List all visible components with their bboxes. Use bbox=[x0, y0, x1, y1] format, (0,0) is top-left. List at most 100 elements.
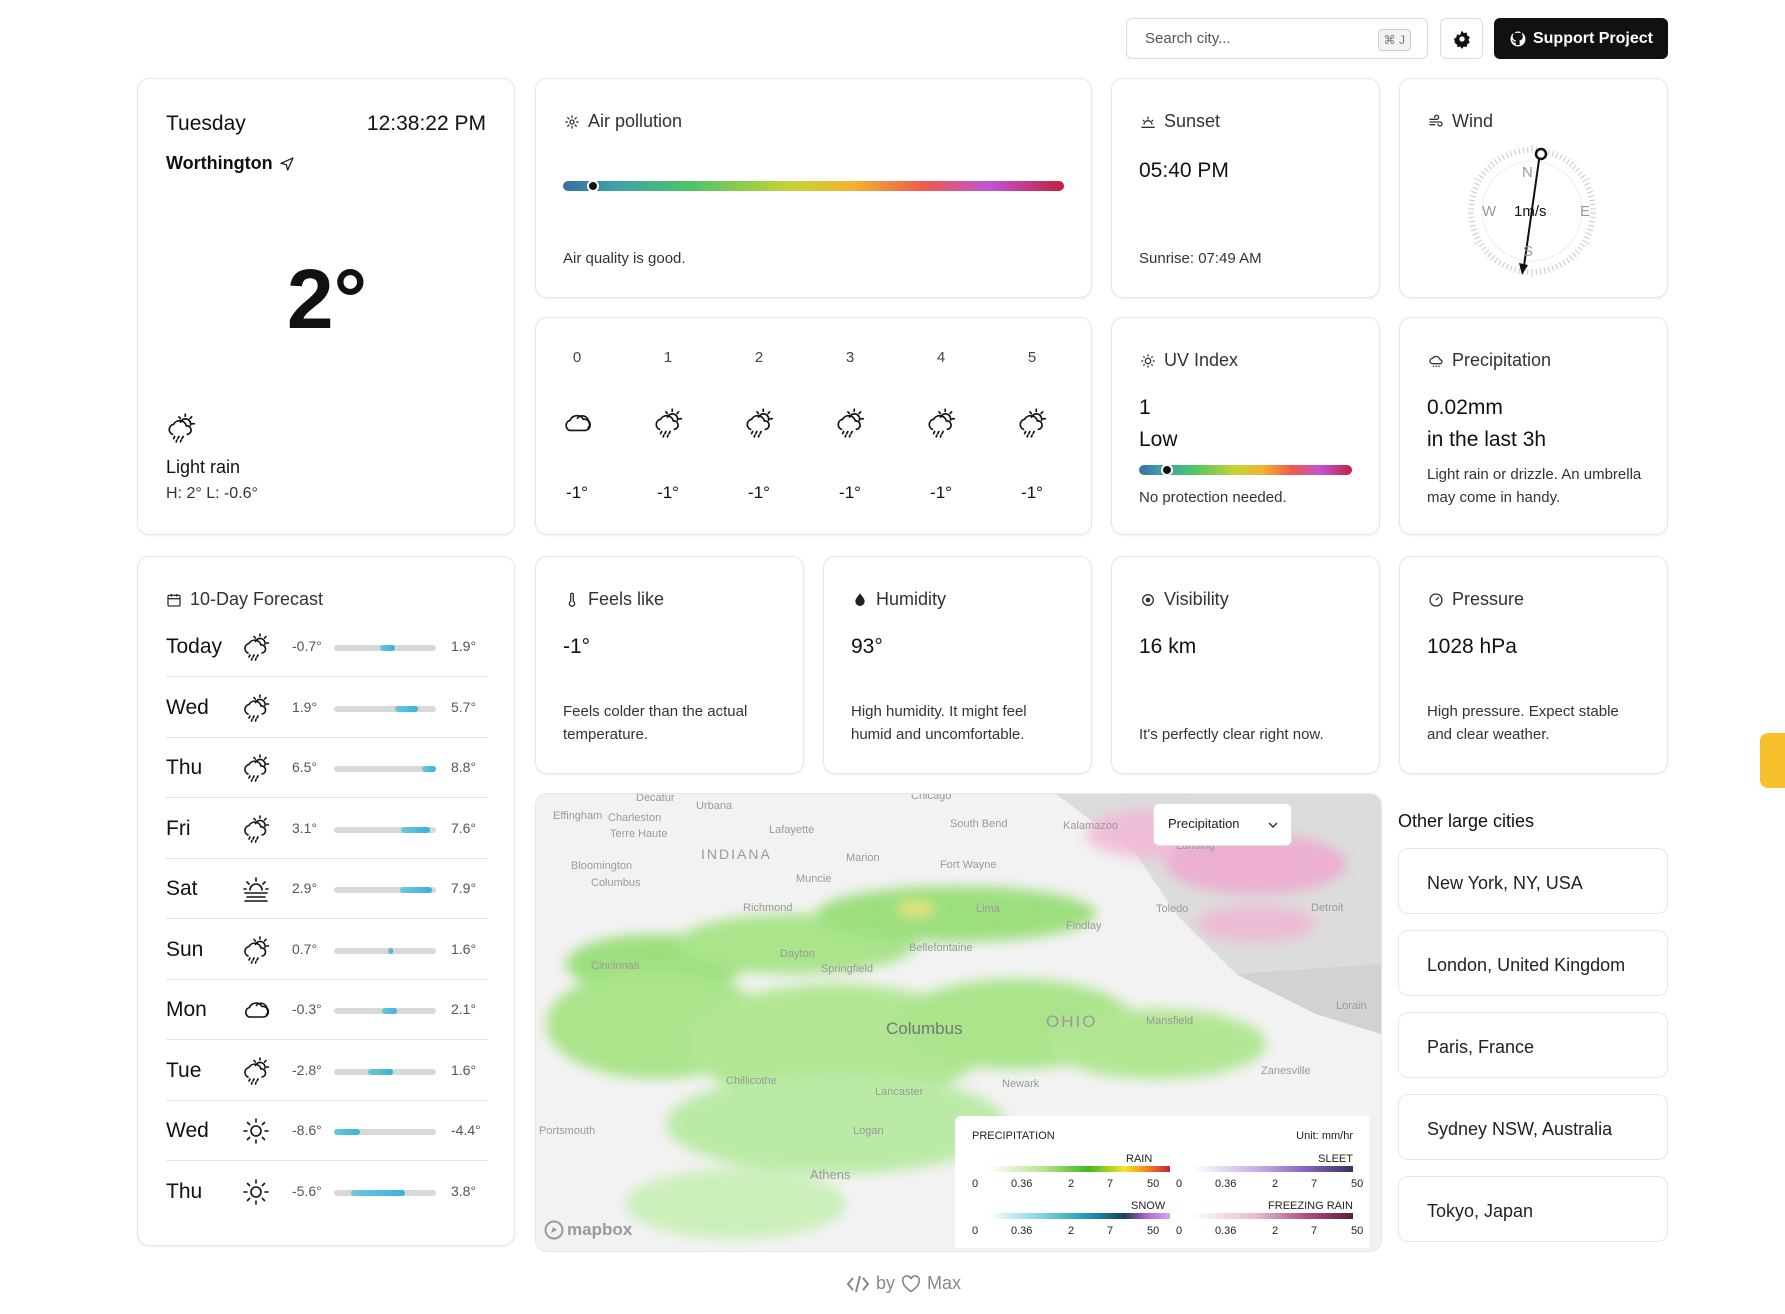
sun-rain-icon bbox=[924, 406, 958, 440]
footer-author[interactable]: Max bbox=[927, 1273, 961, 1294]
compass-tick bbox=[1565, 158, 1571, 165]
search-shortcut: ⌘ J bbox=[1377, 29, 1411, 51]
forecast-range-fill bbox=[421, 766, 436, 772]
navigation-icon bbox=[280, 156, 294, 171]
forecast-low: -5.6° bbox=[292, 1182, 322, 1199]
current-time: 12:38:22 PM bbox=[366, 112, 486, 135]
settings-button[interactable] bbox=[1440, 18, 1483, 59]
sun-rain-icon bbox=[240, 1055, 272, 1087]
compass-tick bbox=[1474, 177, 1483, 183]
forecast-day: Thu bbox=[166, 756, 203, 779]
forecast-day: Wed bbox=[166, 695, 209, 719]
legend-sleet-bar bbox=[1192, 1166, 1353, 1172]
city-link[interactable]: Sydney NSW, Australia bbox=[1398, 1094, 1668, 1160]
forecast-range-track bbox=[334, 1189, 436, 1196]
search-input[interactable]: Search city... ⌘ J bbox=[1126, 18, 1428, 59]
svg-text:Bellefontaine: Bellefontaine bbox=[909, 942, 973, 954]
uv-level: Low bbox=[1139, 428, 1178, 451]
uv-index-card: UV Index 1 Low No protection needed. bbox=[1111, 317, 1380, 535]
city-link[interactable]: New York, NY, USA bbox=[1398, 848, 1668, 914]
compass-tick bbox=[1493, 158, 1499, 165]
forecast-range-track bbox=[334, 947, 436, 954]
compass-tick bbox=[1497, 156, 1502, 163]
compass-tick bbox=[1487, 252, 1493, 258]
compass-tick bbox=[1547, 149, 1551, 156]
svg-text:Chillicothe: Chillicothe bbox=[726, 1075, 777, 1087]
precipitation-period: in the last 3h bbox=[1427, 428, 1547, 451]
legend-rain-bar bbox=[988, 1166, 1170, 1172]
city-link[interactable]: London, United Kingdom bbox=[1398, 930, 1668, 996]
compass-tick bbox=[1509, 150, 1513, 157]
compass-tick bbox=[1577, 246, 1583, 251]
search-placeholder: Search city... bbox=[1145, 30, 1231, 47]
forecast-high: 7.6° bbox=[451, 819, 477, 836]
forecast-low: 6.5° bbox=[292, 759, 318, 775]
compass-tick bbox=[1589, 220, 1596, 223]
current-condition: Light rain bbox=[166, 457, 241, 477]
eye-icon bbox=[1142, 593, 1154, 606]
forecast-day: Mon bbox=[166, 998, 207, 1021]
compass-tick bbox=[1472, 186, 1479, 190]
forecast-day: Sat bbox=[166, 877, 198, 900]
visibility-title: Visibility bbox=[1164, 589, 1229, 609]
svg-text:Effingham: Effingham bbox=[553, 810, 602, 822]
compass-tick bbox=[1501, 261, 1506, 268]
compass-tick bbox=[1505, 263, 1509, 270]
sunset-title: Sunset bbox=[1164, 111, 1221, 131]
map-layer-select[interactable]: Precipitation bbox=[1153, 803, 1292, 846]
hourly-hour: 2 bbox=[754, 349, 764, 366]
forecast-high: -4.4° bbox=[451, 1122, 481, 1138]
forecast-row: Thu 6.5° 8.8° bbox=[166, 736, 488, 798]
svg-text:Logan: Logan bbox=[853, 1125, 884, 1137]
forecast-low: -0.3° bbox=[292, 1001, 322, 1017]
forecast-range-track bbox=[334, 766, 436, 772]
svg-text:Columbus: Columbus bbox=[591, 877, 641, 889]
compass-tick bbox=[1468, 216, 1475, 219]
mapbox-logo[interactable]: mapbox bbox=[544, 1220, 632, 1240]
hourly-item: 1 -1° bbox=[638, 318, 698, 534]
legend-tick: 50 bbox=[1147, 1225, 1160, 1237]
compass-tick bbox=[1481, 171, 1487, 176]
forecast-row: Wed 1.9° 5.7° bbox=[166, 676, 488, 738]
compass-tick bbox=[1513, 149, 1517, 156]
precipitation-legend: PRECIPITATION Unit: mm/hr RAIN SLEET SNO… bbox=[955, 1116, 1369, 1248]
svg-text:Chicago: Chicago bbox=[911, 794, 951, 802]
compass-tick bbox=[1571, 252, 1577, 258]
svg-text:Lafayette: Lafayette bbox=[769, 824, 814, 836]
compass-tick bbox=[1490, 161, 1496, 167]
svg-text:Dayton: Dayton bbox=[780, 948, 815, 960]
svg-text:Lorain: Lorain bbox=[1336, 1000, 1367, 1012]
legend-rain: RAIN bbox=[1126, 1153, 1153, 1165]
pressure-value: 1028 hPa bbox=[1427, 635, 1517, 658]
footer-by: by bbox=[876, 1273, 896, 1293]
compass-tick bbox=[1589, 216, 1596, 219]
svg-text:Detroit: Detroit bbox=[1311, 902, 1343, 914]
forecast-high: 2.1° bbox=[451, 1001, 477, 1017]
legend-tick: 7 bbox=[1107, 1225, 1114, 1237]
humidity-card: Humidity 93° High humidity. It might fee… bbox=[823, 556, 1092, 774]
svg-text:Cincinnati: Cincinnati bbox=[591, 960, 639, 972]
compass-tick bbox=[1588, 224, 1595, 227]
svg-text:Decatur: Decatur bbox=[636, 794, 675, 804]
support-project-button[interactable]: Support Project bbox=[1494, 18, 1668, 59]
compass-tick bbox=[1571, 164, 1577, 170]
forecast-row: Wed -8.6° -4.4° bbox=[166, 1099, 488, 1161]
sunset-time: 05:40 PM bbox=[1139, 159, 1229, 182]
forecast-low: -8.6° bbox=[292, 1122, 322, 1138]
city-link[interactable]: Tokyo, Japan bbox=[1398, 1176, 1668, 1242]
visibility-desc: It's perfectly clear right now. bbox=[1139, 726, 1324, 743]
svg-text:INDIANA: INDIANA bbox=[701, 846, 772, 862]
city-link[interactable]: Paris, France bbox=[1398, 1012, 1668, 1078]
feedback-tab[interactable] bbox=[1760, 733, 1785, 788]
forecast-low: 0.7° bbox=[292, 940, 318, 957]
legend-tick: 0 bbox=[1176, 1178, 1183, 1190]
legend-tick: 0 bbox=[1176, 1225, 1183, 1237]
compass-west: W bbox=[1482, 203, 1497, 220]
feels-like-value: -1° bbox=[563, 635, 591, 658]
wind-title: Wind bbox=[1452, 111, 1494, 131]
visibility-value: 16 km bbox=[1139, 635, 1197, 658]
svg-text:Springfield: Springfield bbox=[821, 963, 873, 975]
compass-tick bbox=[1555, 263, 1559, 270]
forecast-range-track bbox=[334, 705, 436, 712]
legend-title: PRECIPITATION bbox=[972, 1130, 1055, 1142]
